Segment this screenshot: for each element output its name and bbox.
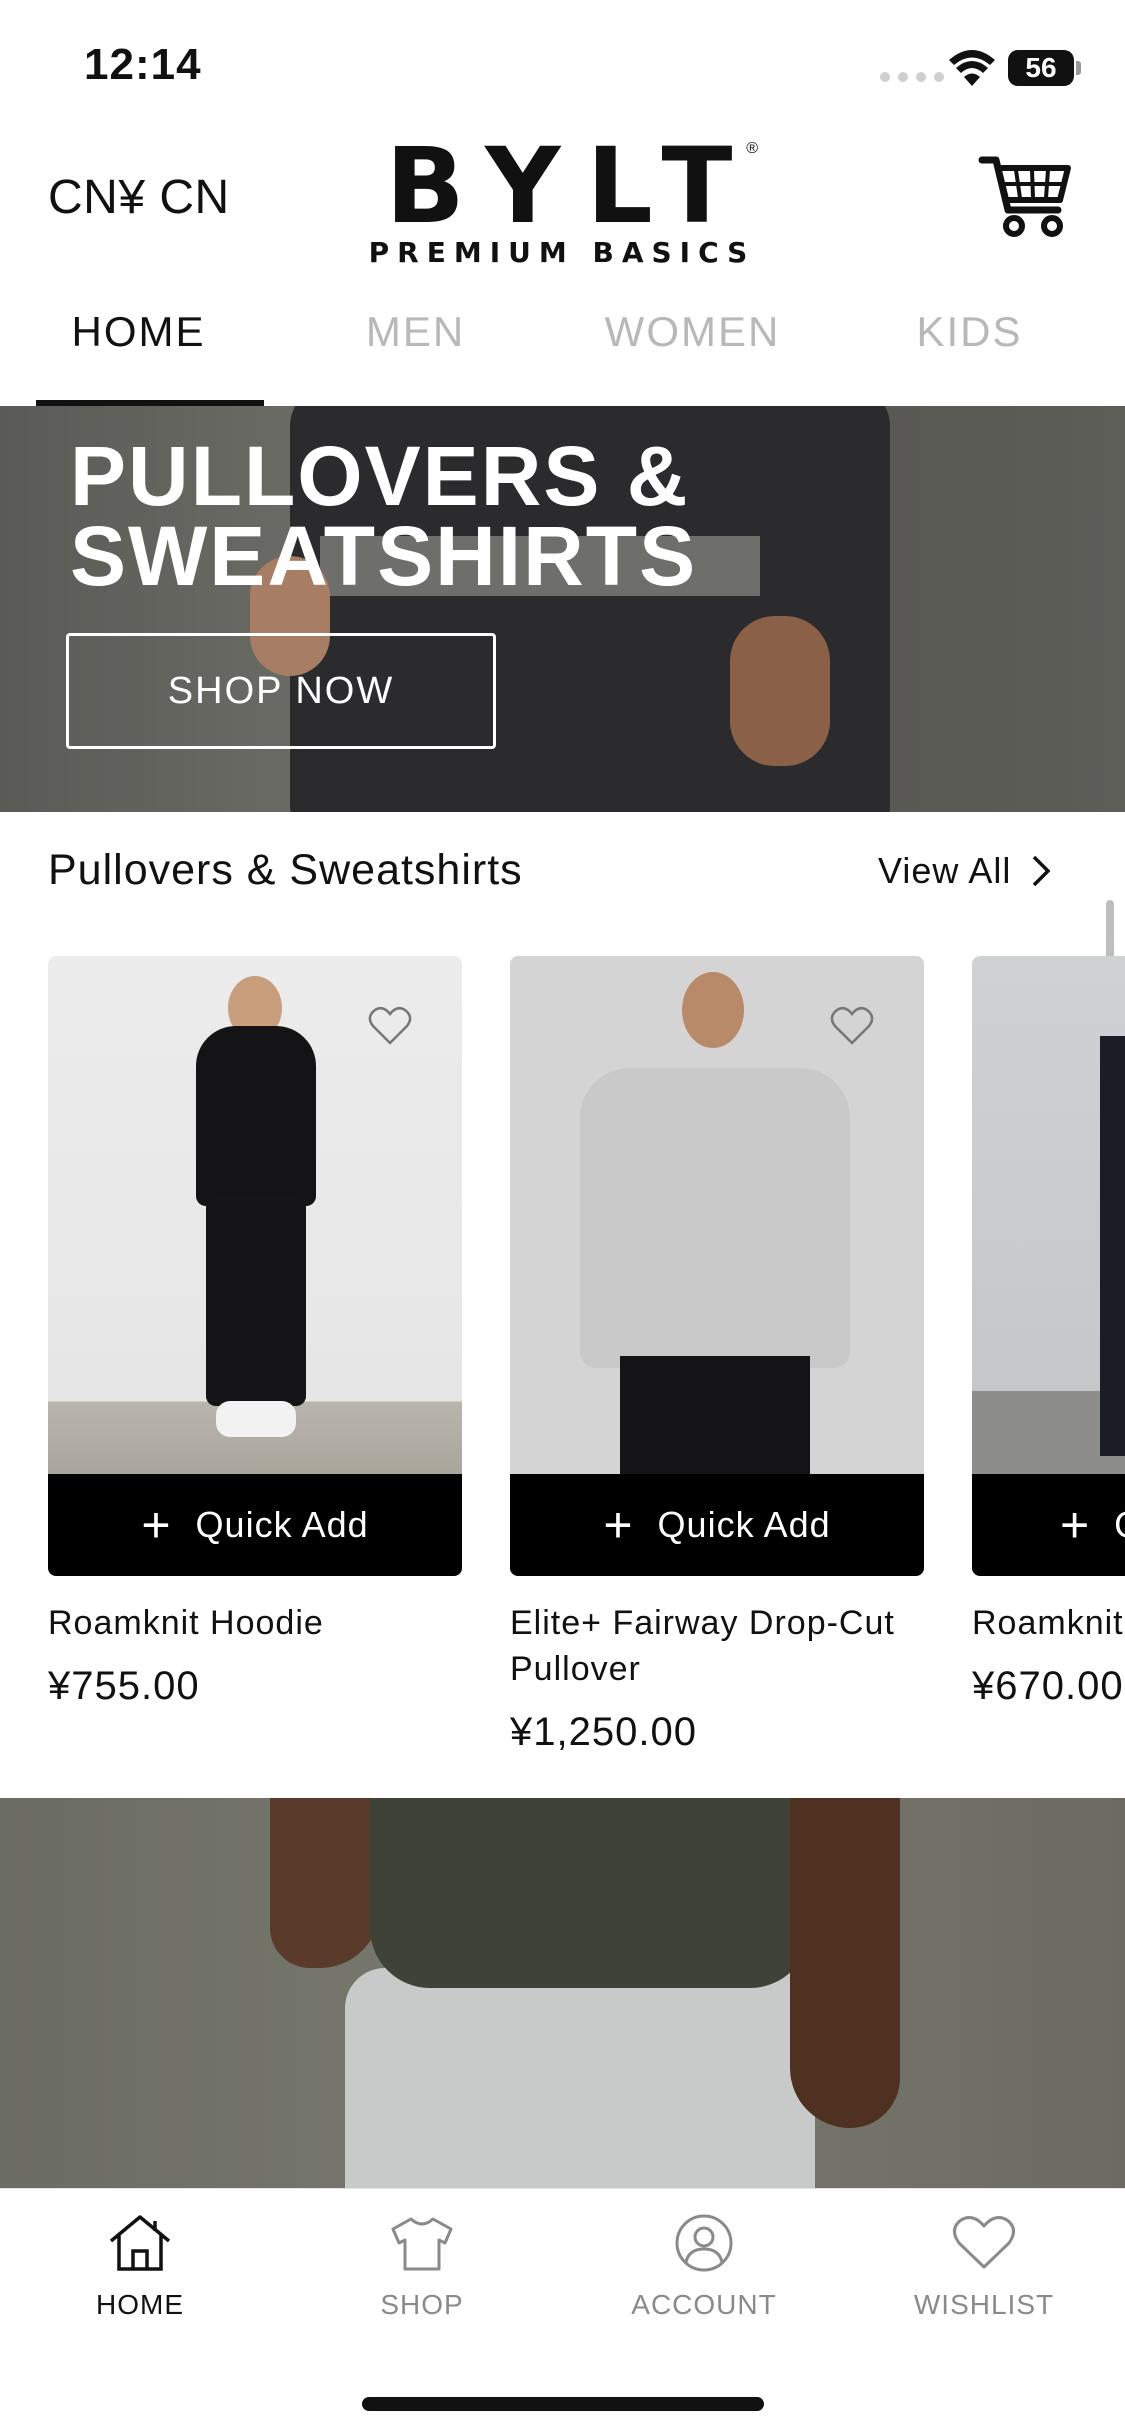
banner-shirt — [370, 1798, 810, 1988]
wifi-icon — [949, 50, 995, 86]
tab-home[interactable]: HOME — [0, 290, 277, 406]
quick-add-button[interactable]: + Quick Add — [48, 1474, 462, 1576]
quick-add-label: Quick Add — [657, 1504, 831, 1545]
banner-arm-left — [270, 1798, 380, 1968]
product-image[interactable] — [48, 956, 462, 1474]
tab-kids[interactable]: KIDS — [831, 290, 1108, 406]
nav-shop[interactable]: SHOP — [322, 2213, 522, 2321]
quick-add-button[interactable]: + Quick Add — [972, 1474, 1125, 1576]
model-shoes — [216, 1401, 296, 1437]
banner-pants — [345, 1968, 815, 2188]
model-pants — [206, 1196, 306, 1406]
hero-title: PULLOVERS & SWEATSHIRTS — [70, 429, 698, 603]
nav-wishlist-label: WISHLIST — [913, 2289, 1055, 2320]
hero-banner[interactable]: PULLOVERS & SWEATSHIRTS SHOP NOW — [0, 406, 1125, 812]
product-price: ¥670.00 — [972, 1664, 1124, 1708]
model-pants — [620, 1356, 810, 1474]
wishlist-heart-icon[interactable] — [830, 1006, 874, 1046]
status-time: 12:14 — [84, 40, 202, 89]
hero-title-line1: PULLOVERS & — [70, 429, 690, 523]
quick-add-button[interactable]: + Quick Add — [510, 1474, 924, 1576]
nav-account[interactable]: ACCOUNT — [604, 2213, 804, 2321]
product-name[interactable]: Elite+ Fairway Drop-Cut Pullover — [510, 1600, 924, 1692]
product-card[interactable]: + Quick Add Elite+ Fairway Drop-Cut Pull… — [510, 956, 924, 1755]
promo-banner[interactable] — [0, 1798, 1125, 2188]
model-hoodie — [196, 1026, 316, 1206]
battery-cap — [1076, 61, 1081, 75]
nav-account-label: ACCOUNT — [631, 2289, 777, 2320]
quick-add-label: Quick Add — [195, 1504, 369, 1545]
logo-subtitle: PREMIUM BASICS — [368, 236, 756, 269]
logo-registered-mark: ® — [746, 140, 758, 157]
nav-home[interactable]: HOME — [40, 2213, 240, 2321]
model-figure — [1100, 1036, 1125, 1456]
wishlist-heart-icon[interactable] — [368, 1006, 412, 1046]
hero-hand-right — [730, 616, 830, 766]
model-head — [682, 972, 744, 1048]
view-all-label: View All — [878, 850, 1012, 891]
plus-icon: + — [603, 1497, 634, 1553]
product-name[interactable]: Roamknit — [972, 1600, 1125, 1646]
status-bar: 12:14 56 — [0, 0, 1125, 130]
product-image[interactable] — [510, 956, 924, 1474]
product-name[interactable]: Roamknit Hoodie — [48, 1600, 462, 1646]
account-icon — [675, 2214, 733, 2272]
section-header: Pullovers & Sweatshirts View All — [0, 812, 1125, 942]
nav-shop-label: SHOP — [380, 2289, 464, 2320]
nav-home-label: HOME — [96, 2289, 184, 2320]
shirt-icon — [391, 2217, 453, 2271]
nav-wishlist[interactable]: WISHLIST — [884, 2213, 1084, 2321]
quick-add-label: Quick Add — [1114, 1504, 1125, 1546]
product-price: ¥1,250.00 — [510, 1710, 697, 1754]
cart-icon[interactable] — [978, 152, 1072, 238]
plus-icon: + — [141, 1497, 172, 1553]
hero-title-line2: SWEATSHIRTS — [70, 509, 698, 603]
tab-women[interactable]: WOMEN — [554, 290, 831, 406]
chevron-right-icon — [1033, 855, 1051, 887]
banner-arm-right — [790, 1798, 900, 2128]
product-image[interactable] — [972, 956, 1125, 1474]
model-pullover — [580, 1068, 850, 1368]
currency-selector[interactable]: CN¥ CN — [48, 170, 230, 225]
home-indicator[interactable] — [362, 2397, 764, 2411]
app-header: CN¥ CN BYLT PREMIUM BASICS ® — [0, 130, 1125, 280]
battery-icon: 56 — [1008, 50, 1074, 86]
product-price: ¥755.00 — [48, 1664, 200, 1708]
product-card[interactable]: + Quick Add Roamknit Hoodie ¥755.00 — [48, 956, 462, 1709]
plus-icon: + — [1060, 1497, 1091, 1553]
logo-word: BYLT — [385, 125, 759, 247]
brand-logo[interactable]: BYLT PREMIUM BASICS ® — [362, 125, 762, 269]
section-title: Pullovers & Sweatshirts — [48, 846, 523, 894]
category-tabs: HOME MEN WOMEN KIDS — [0, 290, 1125, 406]
view-all-link[interactable]: View All — [878, 850, 1051, 892]
heart-icon — [953, 2216, 1015, 2269]
signal-icon — [880, 72, 944, 82]
product-card[interactable]: + Quick Add Roamknit ¥670.00 — [972, 956, 1125, 1709]
shop-now-button[interactable]: SHOP NOW — [66, 633, 496, 749]
tab-men[interactable]: MEN — [277, 290, 554, 406]
home-icon — [109, 2215, 171, 2271]
